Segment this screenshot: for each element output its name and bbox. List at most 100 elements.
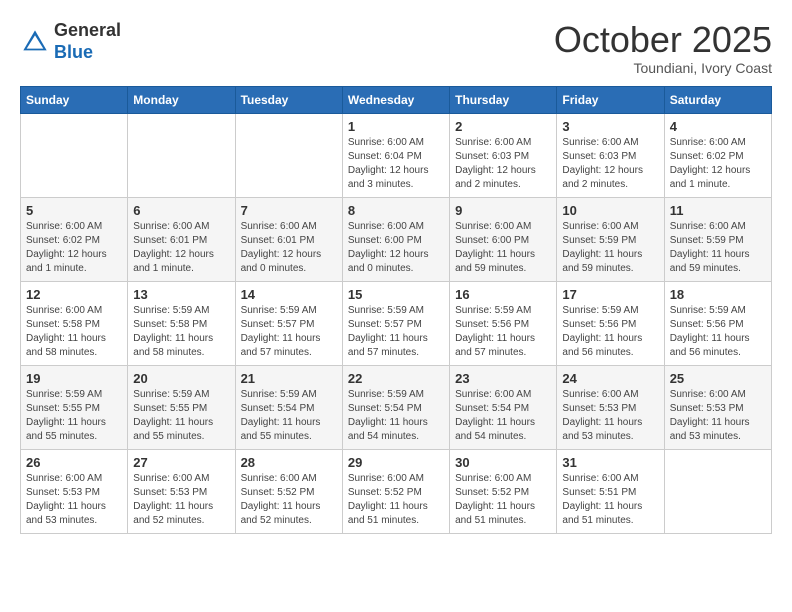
calendar-table: SundayMondayTuesdayWednesdayThursdayFrid… (20, 86, 772, 534)
day-info: Sunrise: 5:59 AM Sunset: 5:55 PM Dayligh… (133, 388, 229, 444)
calendar-cell: 15Sunrise: 5:59 AM Sunset: 5:57 PM Dayli… (342, 281, 449, 365)
day-number: 26 (26, 455, 122, 470)
day-number: 17 (562, 287, 658, 302)
day-info: Sunrise: 6:00 AM Sunset: 5:54 PM Dayligh… (455, 388, 551, 444)
calendar-cell: 26Sunrise: 6:00 AM Sunset: 5:53 PM Dayli… (21, 449, 128, 533)
calendar-cell: 14Sunrise: 5:59 AM Sunset: 5:57 PM Dayli… (235, 281, 342, 365)
week-row-5: 26 Sunrise: 6:00 AM Sunset: 5:53 PM Dayli… (21, 449, 772, 533)
calendar-cell: 9 Sunrise: 6:00 AM Sunset: 6:00 PM Daylig… (450, 197, 557, 281)
page-header: General Blue October 2025 Toundiani, Ivo… (20, 20, 772, 76)
day-number: 6 (133, 203, 229, 218)
day-info: Sunrise: 6:00 AM Sunset: 6:00 PM Dayligh… (455, 220, 551, 276)
calendar-cell: 7Sunrise: 6:00 AM Sunset: 6:01 PM Daylig… (235, 197, 342, 281)
day-number: 25 (670, 371, 766, 386)
day-number: 9 (455, 203, 551, 218)
calendar-cell: 23 Sunrise: 6:00 AM Sunset: 5:54 PM Dayli… (450, 365, 557, 449)
calendar-cell: 11 Sunrise: 6:00 AM Sunset: 5:59 PM Dayli… (664, 197, 771, 281)
week-row-1: 1 Sunrise: 6:00 AM Sunset: 6:04 PM Daylig… (21, 113, 772, 197)
week-row-4: 19Sunrise: 5:59 AM Sunset: 5:55 PM Dayli… (21, 365, 772, 449)
calendar-cell (664, 449, 771, 533)
day-number: 4 (670, 119, 766, 134)
day-number: 23 (455, 371, 551, 386)
day-info: Sunrise: 6:00 AM Sunset: 5:52 PM Dayligh… (455, 472, 551, 528)
day-number: 24 (562, 371, 658, 386)
day-number: 16 (455, 287, 551, 302)
day-info: Sunrise: 6:00 AM Sunset: 5:52 PM Dayligh… (348, 472, 444, 528)
day-info: Sunrise: 6:00 AM Sunset: 6:02 PM Dayligh… (26, 220, 122, 276)
title-block: October 2025 Toundiani, Ivory Coast (554, 20, 772, 76)
calendar-cell: 10 Sunrise: 6:00 AM Sunset: 5:59 PM Dayli… (557, 197, 664, 281)
weekday-header-tuesday: Tuesday (235, 86, 342, 113)
calendar-cell: 1 Sunrise: 6:00 AM Sunset: 6:04 PM Daylig… (342, 113, 449, 197)
day-info: Sunrise: 5:59 AM Sunset: 5:58 PM Dayligh… (133, 304, 229, 360)
day-number: 30 (455, 455, 551, 470)
day-number: 21 (241, 371, 337, 386)
calendar-cell (128, 113, 235, 197)
calendar-cell: 30 Sunrise: 6:00 AM Sunset: 5:52 PM Dayli… (450, 449, 557, 533)
day-info: Sunrise: 6:00 AM Sunset: 6:04 PM Dayligh… (348, 136, 444, 192)
day-number: 7 (241, 203, 337, 218)
location: Toundiani, Ivory Coast (554, 60, 772, 76)
calendar-cell: 25 Sunrise: 6:00 AM Sunset: 5:53 PM Dayli… (664, 365, 771, 449)
calendar-cell: 18 Sunrise: 5:59 AM Sunset: 5:56 PM Dayli… (664, 281, 771, 365)
day-info: Sunrise: 5:59 AM Sunset: 5:56 PM Dayligh… (562, 304, 658, 360)
day-info: Sunrise: 5:59 AM Sunset: 5:54 PM Dayligh… (348, 388, 444, 444)
weekday-header-sunday: Sunday (21, 86, 128, 113)
day-info: Sunrise: 6:00 AM Sunset: 6:03 PM Dayligh… (562, 136, 658, 192)
logo-text: General Blue (54, 20, 121, 63)
calendar-cell: 17 Sunrise: 5:59 AM Sunset: 5:56 PM Dayli… (557, 281, 664, 365)
week-row-2: 5 Sunrise: 6:00 AM Sunset: 6:02 PM Daylig… (21, 197, 772, 281)
day-info: Sunrise: 6:00 AM Sunset: 5:53 PM Dayligh… (670, 388, 766, 444)
calendar-cell: 3 Sunrise: 6:00 AM Sunset: 6:03 PM Daylig… (557, 113, 664, 197)
weekday-header-saturday: Saturday (664, 86, 771, 113)
day-info: Sunrise: 5:59 AM Sunset: 5:57 PM Dayligh… (348, 304, 444, 360)
day-info: Sunrise: 5:59 AM Sunset: 5:55 PM Dayligh… (26, 388, 122, 444)
calendar-cell: 4 Sunrise: 6:00 AM Sunset: 6:02 PM Daylig… (664, 113, 771, 197)
day-number: 10 (562, 203, 658, 218)
calendar-cell: 21 Sunrise: 5:59 AM Sunset: 5:54 PM Dayli… (235, 365, 342, 449)
day-number: 2 (455, 119, 551, 134)
calendar-cell: 24 Sunrise: 6:00 AM Sunset: 5:53 PM Dayli… (557, 365, 664, 449)
month-title: October 2025 (554, 20, 772, 60)
day-info: Sunrise: 6:00 AM Sunset: 6:01 PM Dayligh… (133, 220, 229, 276)
day-info: Sunrise: 6:00 AM Sunset: 6:03 PM Dayligh… (455, 136, 551, 192)
weekday-header-thursday: Thursday (450, 86, 557, 113)
logo-icon (20, 27, 50, 57)
day-info: Sunrise: 5:59 AM Sunset: 5:56 PM Dayligh… (455, 304, 551, 360)
weekday-header-wednesday: Wednesday (342, 86, 449, 113)
calendar-cell: 13 Sunrise: 5:59 AM Sunset: 5:58 PM Dayli… (128, 281, 235, 365)
calendar-cell: 31 Sunrise: 6:00 AM Sunset: 5:51 PM Dayli… (557, 449, 664, 533)
day-number: 1 (348, 119, 444, 134)
day-number: 18 (670, 287, 766, 302)
calendar-cell: 6 Sunrise: 6:00 AM Sunset: 6:01 PM Daylig… (128, 197, 235, 281)
calendar-cell: 8Sunrise: 6:00 AM Sunset: 6:00 PM Daylig… (342, 197, 449, 281)
calendar-cell: 20Sunrise: 5:59 AM Sunset: 5:55 PM Dayli… (128, 365, 235, 449)
calendar-cell (21, 113, 128, 197)
day-number: 28 (241, 455, 337, 470)
day-number: 12 (26, 287, 122, 302)
day-number: 29 (348, 455, 444, 470)
weekday-header-row: SundayMondayTuesdayWednesdayThursdayFrid… (21, 86, 772, 113)
day-number: 3 (562, 119, 658, 134)
day-number: 31 (562, 455, 658, 470)
day-info: Sunrise: 6:00 AM Sunset: 5:59 PM Dayligh… (562, 220, 658, 276)
calendar-cell: 28Sunrise: 6:00 AM Sunset: 5:52 PM Dayli… (235, 449, 342, 533)
calendar-cell: 5 Sunrise: 6:00 AM Sunset: 6:02 PM Daylig… (21, 197, 128, 281)
day-info: Sunrise: 6:00 AM Sunset: 5:53 PM Dayligh… (133, 472, 229, 528)
day-info: Sunrise: 5:59 AM Sunset: 5:54 PM Dayligh… (241, 388, 337, 444)
weekday-header-friday: Friday (557, 86, 664, 113)
calendar-cell (235, 113, 342, 197)
day-info: Sunrise: 6:00 AM Sunset: 6:02 PM Dayligh… (670, 136, 766, 192)
day-number: 11 (670, 203, 766, 218)
calendar-cell: 2 Sunrise: 6:00 AM Sunset: 6:03 PM Daylig… (450, 113, 557, 197)
calendar-cell: 19Sunrise: 5:59 AM Sunset: 5:55 PM Dayli… (21, 365, 128, 449)
calendar-cell: 16 Sunrise: 5:59 AM Sunset: 5:56 PM Dayli… (450, 281, 557, 365)
calendar-cell: 22Sunrise: 5:59 AM Sunset: 5:54 PM Dayli… (342, 365, 449, 449)
day-number: 14 (241, 287, 337, 302)
day-number: 13 (133, 287, 229, 302)
day-number: 5 (26, 203, 122, 218)
day-info: Sunrise: 6:00 AM Sunset: 5:53 PM Dayligh… (562, 388, 658, 444)
day-info: Sunrise: 6:00 AM Sunset: 5:51 PM Dayligh… (562, 472, 658, 528)
day-info: Sunrise: 6:00 AM Sunset: 5:59 PM Dayligh… (670, 220, 766, 276)
day-info: Sunrise: 5:59 AM Sunset: 5:56 PM Dayligh… (670, 304, 766, 360)
